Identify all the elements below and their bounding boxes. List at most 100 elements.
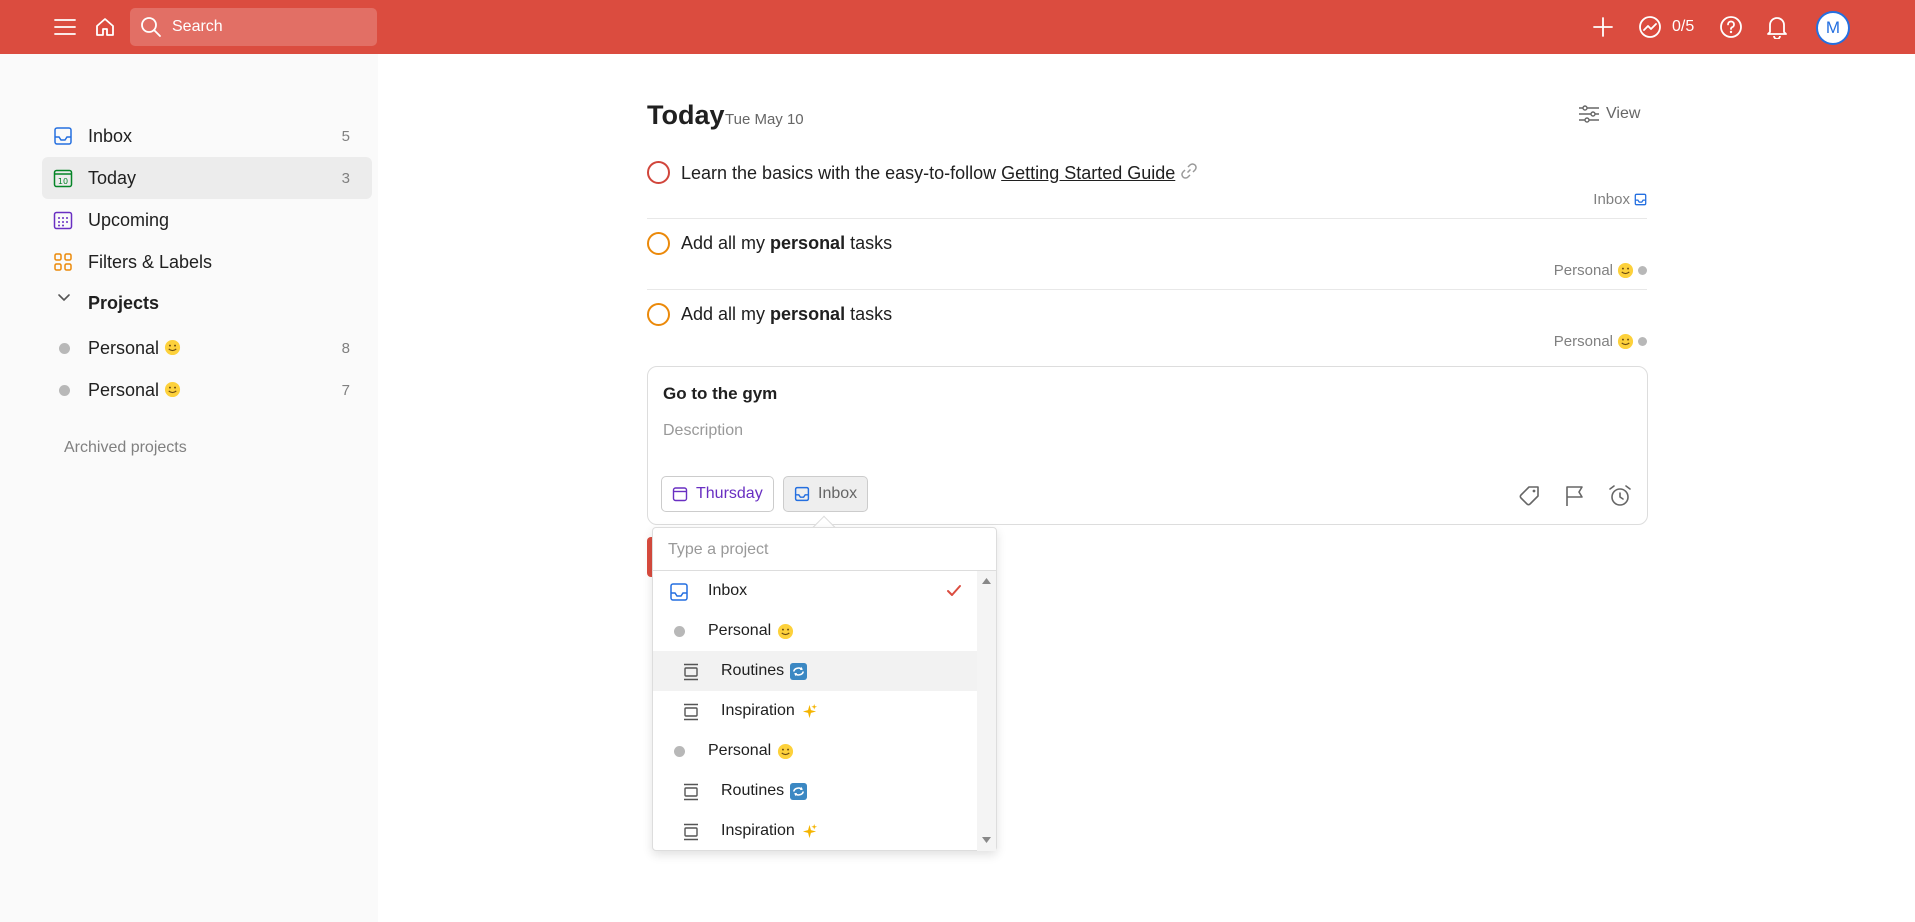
project-dropdown: Type a project Inbox Personal Routines I… [652,527,997,851]
dropdown-item-label: Inbox [708,582,748,599]
section-icon [684,663,698,681]
project-color-dot [59,343,70,354]
dropdown-item-label: Inspiration [721,822,795,839]
project-color-dot [59,385,70,396]
svg-text:10: 10 [58,177,68,186]
sidebar-project-label: Personal [88,337,160,358]
dropdown-item-routines[interactable]: Routines [653,771,977,811]
sidebar-item-filters-labels[interactable]: Filters & Labels [42,241,372,283]
calendar-today-icon: 10 [53,169,73,188]
dropdown-item-label: Personal [708,622,772,639]
sidebar-item-today[interactable]: 10 Today 3 [42,157,372,199]
dropdown-item-label-row: Inspiration [721,822,818,840]
project-color-dot [1638,337,1647,346]
task-name-input[interactable]: Go to the gym [663,384,777,404]
section-icon [684,823,698,841]
dropdown-item-inspiration[interactable]: Inspiration [653,811,977,851]
task-text: Learn the basics with the easy-to-follow [681,163,1002,183]
filters-grid-icon [54,253,72,271]
task-checkbox[interactable] [647,161,670,184]
project-list: Inbox Personal Routines Inspiration Pers… [653,571,977,851]
task-text-bold: personal [770,304,846,324]
archived-projects-link[interactable]: Archived projects [64,439,187,457]
sidebar-project-personal[interactable]: Personal 8 [42,327,372,369]
help-icon[interactable] [1715,11,1747,43]
dropdown-item-label-row: Personal [708,622,794,640]
task-project-label: Personal [1553,262,1613,279]
due-date-button[interactable]: Thursday [661,476,774,512]
menu-icon[interactable] [49,11,81,43]
project-color-dot [674,746,685,757]
search-input[interactable]: Search [130,8,377,46]
inbox-icon [54,127,72,145]
task-text: tasks [845,304,893,324]
dropdown-item-label-row: Inspiration [721,702,818,720]
dropdown-item-label-row: Personal [708,742,794,760]
dropdown-item-label: Personal [708,742,772,759]
karma-count[interactable]: 0/5 [1672,18,1694,36]
label-tag-icon[interactable] [1517,483,1543,509]
productivity-icon[interactable] [1634,11,1666,43]
inbox-icon [794,486,810,502]
sidebar-project-personal[interactable]: Personal 7 [42,369,372,411]
dropdown-item-personal[interactable]: Personal [653,611,977,651]
smiley-emoji-icon [778,623,794,639]
task-project-meta[interactable]: Personal [1554,262,1647,279]
dropdown-item-label: Routines [721,782,785,799]
sidebar-item-label: Today [88,167,137,188]
dropdown-item-label-row: Routines [721,662,808,680]
sparkles-emoji-icon [802,703,817,718]
sidebar-item-count: 5 [341,127,350,145]
reminder-alarm-icon[interactable] [1607,483,1633,509]
dropdown-item-label: Inspiration [721,702,795,719]
page-title: Today [647,100,725,130]
scroll-down-arrow-icon[interactable] [982,837,991,843]
priority-flag-icon[interactable] [1562,483,1588,509]
dropdown-scrollbar[interactable] [977,571,996,851]
bell-icon[interactable] [1761,11,1793,43]
project-color-dot [1638,266,1647,275]
avatar-initial: M [1825,18,1841,37]
task-project-label: Personal [1553,333,1613,350]
task-project-meta[interactable]: Inbox [1593,191,1647,208]
task-description-input[interactable]: Description [663,422,743,440]
sidebar-item-label: Upcoming [88,209,170,230]
task-text: Add all my [681,233,771,253]
section-icon [684,703,698,721]
project-select-label: Inbox [818,485,858,502]
chevron-down-icon[interactable] [56,290,72,306]
avatar[interactable]: M [1816,11,1850,45]
dropdown-item-inbox[interactable]: Inbox [653,571,977,611]
view-button[interactable]: View [1578,104,1640,124]
sidebar-item-inbox[interactable]: Inbox 5 [42,115,372,157]
top-bar: Search 0/5 M [0,0,1915,54]
sliders-icon [1579,105,1599,123]
home-icon[interactable] [89,11,121,43]
task-checkbox[interactable] [647,232,670,255]
project-select-button[interactable]: Inbox [783,476,869,512]
task-content: Add all my personal tasks [681,233,892,254]
task-content: Learn the basics with the easy-to-follow… [681,162,1198,184]
task-text: Add all my [681,304,771,324]
add-task-icon[interactable] [1587,11,1619,43]
sidebar-project-count: 7 [341,381,350,399]
repeat-arrows-emoji-icon [790,782,808,800]
smiley-emoji-icon [1617,262,1634,279]
task-project-meta[interactable]: Personal [1554,333,1647,350]
smiley-emoji-icon [165,381,181,397]
dropdown-item-inspiration[interactable]: Inspiration [653,691,977,731]
dropdown-item-personal[interactable]: Personal [653,731,977,771]
calendar-upcoming-icon [53,211,73,230]
scroll-up-arrow-icon[interactable] [982,578,991,584]
section-icon [684,783,698,801]
sidebar-item-upcoming[interactable]: Upcoming [42,199,372,241]
repeat-arrows-emoji-icon [790,662,808,680]
sidebar-project-label-row: Personal [88,380,181,401]
dropdown-item-label-row: Routines [721,782,808,800]
dropdown-item-routines[interactable]: Routines [653,651,977,691]
projects-header[interactable]: Projects [88,293,159,314]
task-link[interactable]: Getting Started Guide [1001,163,1175,183]
link-icon [1181,163,1198,179]
task-checkbox[interactable] [647,303,670,326]
project-search-input[interactable]: Type a project [653,528,996,571]
